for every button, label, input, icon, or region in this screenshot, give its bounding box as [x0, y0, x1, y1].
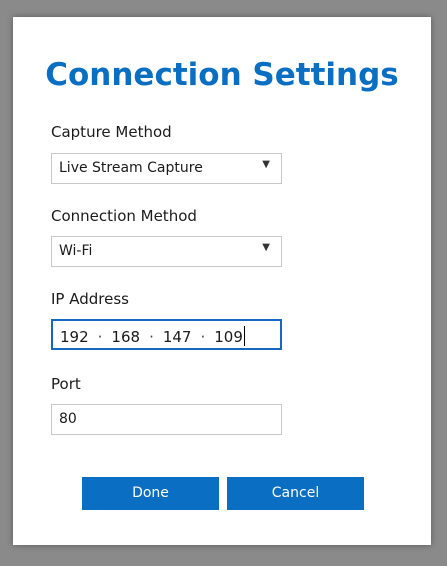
connection-method-value: Wi-Fi — [59, 243, 93, 259]
connection-method-select[interactable]: Wi-Fi ▼ — [51, 236, 282, 267]
ip-octet-3[interactable]: 147 — [163, 328, 192, 346]
ip-address-input[interactable]: 192 · 168 · 147 · 109 — [51, 319, 282, 350]
cancel-button[interactable]: Cancel — [227, 477, 364, 510]
ip-octet-1[interactable]: 192 — [60, 328, 89, 346]
capture-method-value: Live Stream Capture — [59, 160, 203, 176]
ip-octet-4[interactable]: 109 — [214, 328, 243, 346]
text-cursor — [243, 326, 245, 346]
dialog-title: Connection Settings — [45, 57, 399, 93]
connection-settings-dialog: Connection Settings Capture Method Live … — [13, 17, 431, 545]
port-input[interactable]: 80 — [51, 404, 282, 435]
port-value: 80 — [59, 411, 77, 427]
ip-address-label: IP Address — [51, 290, 129, 308]
chevron-down-icon: ▼ — [262, 159, 270, 170]
done-button[interactable]: Done — [82, 477, 219, 510]
capture-method-select[interactable]: Live Stream Capture ▼ — [51, 153, 282, 184]
capture-method-label: Capture Method — [51, 123, 172, 141]
ip-separator: · — [97, 328, 103, 346]
ip-separator: · — [149, 328, 154, 346]
ip-separator: · — [200, 328, 206, 346]
connection-method-label: Connection Method — [51, 207, 197, 225]
ip-octet-2[interactable]: 168 — [111, 328, 140, 346]
port-label: Port — [51, 375, 81, 393]
chevron-down-icon: ▼ — [262, 242, 270, 253]
